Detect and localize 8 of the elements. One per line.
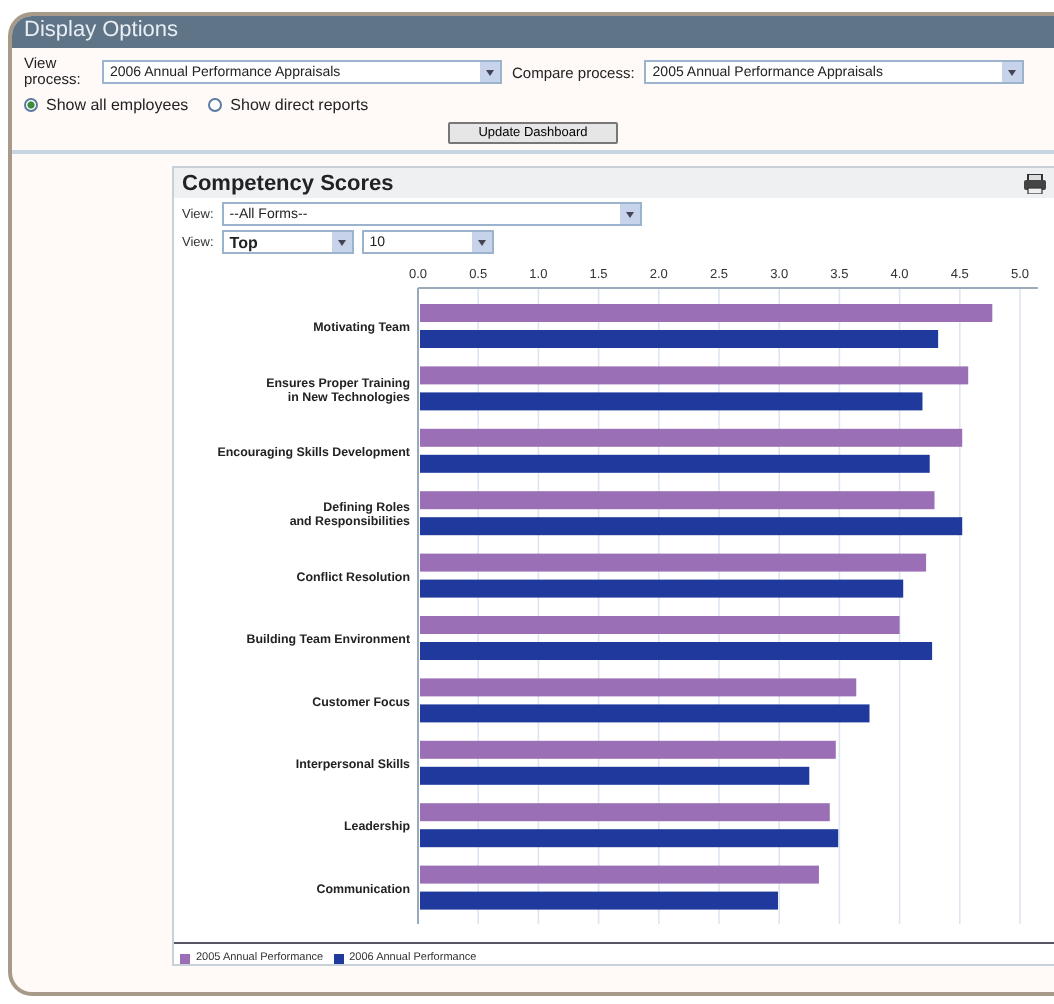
chart-title: Competency Scores bbox=[182, 172, 394, 196]
panel-title: Display Options bbox=[24, 18, 179, 42]
printer-icon[interactable] bbox=[1024, 174, 1046, 194]
rank-dropdown[interactable]: Top bbox=[221, 230, 354, 254]
radio-button[interactable] bbox=[24, 98, 38, 112]
radio-button[interactable] bbox=[208, 98, 223, 112]
radio-label[interactable]: Show all employees bbox=[46, 96, 189, 114]
radio-label[interactable]: Show direct reports bbox=[230, 96, 369, 114]
